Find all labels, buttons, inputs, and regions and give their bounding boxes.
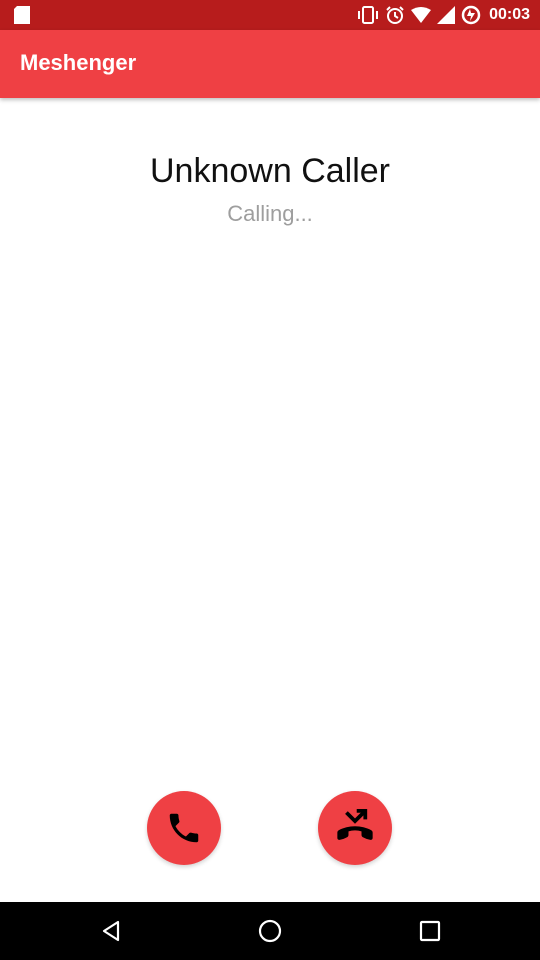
caller-name: Unknown Caller [150,152,390,190]
phone-icon [169,813,199,843]
back-icon [102,920,120,942]
decline-call-button[interactable] [318,791,392,865]
accept-call-button[interactable] [147,791,221,865]
call-status-text: Calling... [227,201,313,226]
status-clock: 00:03 [489,6,530,23]
status-icons: 00:03 [357,0,530,30]
call-end-icon [337,808,373,840]
status-bar: 00:03 [0,0,540,30]
app-title: Meshenger [20,50,137,75]
navigation-bar [0,902,540,960]
nav-home-button[interactable] [255,916,285,946]
sd-card-icon [14,6,30,24]
vibrate-icon [358,6,379,24]
nav-back-button[interactable] [96,916,126,946]
signal-icon [437,6,456,24]
home-icon [258,919,282,943]
alarm-icon [386,6,404,24]
nav-recents-button[interactable] [415,916,445,946]
recents-icon [419,920,441,942]
app-bar: Meshenger [0,30,540,98]
wifi-icon [411,7,432,23]
data-saver-icon [461,5,481,25]
